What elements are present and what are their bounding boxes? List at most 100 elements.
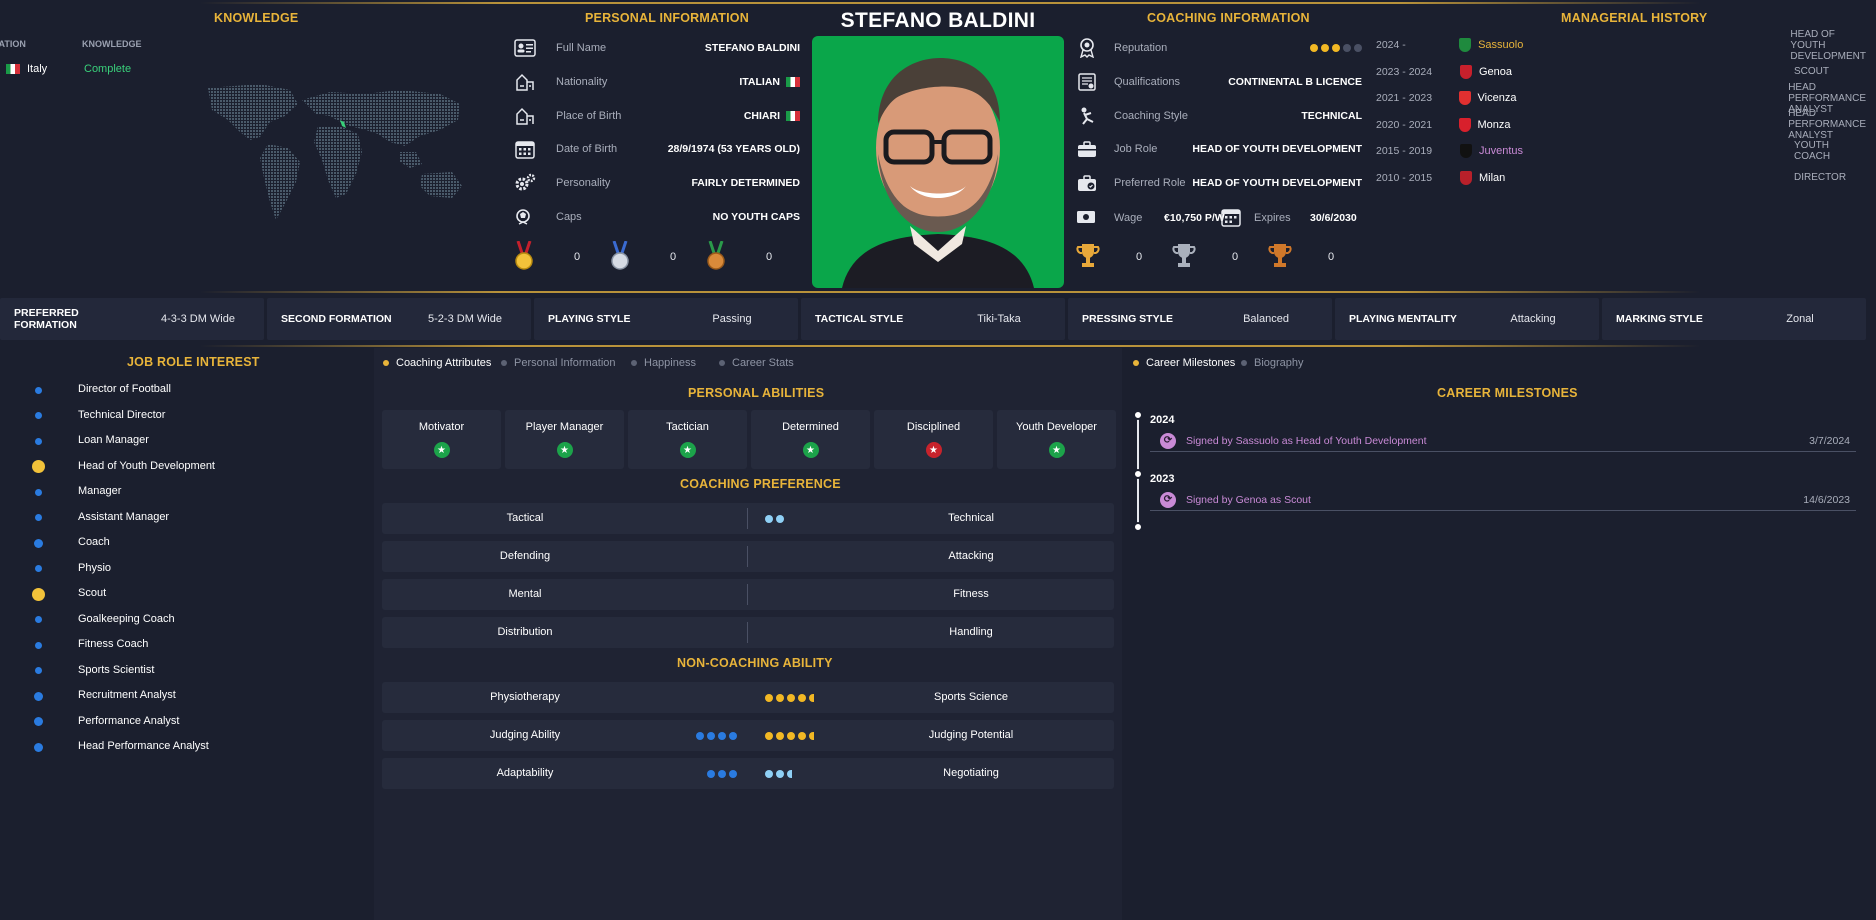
history-row[interactable]: 2023 - 2024 Genoa SCOUT (1376, 61, 1866, 83)
preference-left-label: Distribution (497, 626, 553, 638)
job-role-item[interactable]: Recruitment Analyst (0, 688, 330, 708)
caps-label: Caps (556, 211, 582, 223)
history-row[interactable]: 2010 - 2015 Milan DIRECTOR (1376, 167, 1866, 189)
history-role: HEAD PERFORMANCE ANALYST (1788, 108, 1866, 141)
coaching-preference-row[interactable]: Distribution Handling (382, 617, 1114, 648)
ability-name: Player Manager (525, 421, 604, 433)
rating-pip (776, 732, 784, 740)
nationality-text: ITALIAN (739, 76, 780, 88)
gold-trophy-count: 0 (1136, 251, 1143, 263)
staff-photo (812, 36, 1064, 288)
tactic-playing-mentality[interactable]: PLAYING MENTALITY Attacking (1335, 298, 1599, 340)
ability-card[interactable]: Motivator ★ (382, 410, 501, 469)
history-club-name[interactable]: Milan (1479, 172, 1505, 184)
non-coaching-row[interactable]: Adaptability Negotiating (382, 758, 1114, 789)
tab-career-milestones[interactable]: Career Milestones (1133, 357, 1235, 369)
job-role-item[interactable]: Goalkeeping Coach (0, 612, 330, 632)
bronze-trophy-count: 0 (1328, 251, 1335, 263)
history-row[interactable]: 2015 - 2019 Juventus YOUTH COACH (1376, 140, 1866, 162)
club-crest-icon (1460, 144, 1472, 158)
interest-dot (33, 742, 43, 752)
history-club-name[interactable]: Sassuolo (1478, 39, 1523, 51)
job-role-item[interactable]: Manager (0, 484, 330, 504)
tab-label: Career Stats (732, 357, 794, 369)
history-club[interactable]: Milan (1460, 170, 1700, 185)
interest-dot (34, 565, 42, 572)
coaching-preference-row[interactable]: Defending Attacking (382, 541, 1114, 572)
job-role-item[interactable]: Head Performance Analyst (0, 739, 330, 759)
job-role-item[interactable]: Loan Manager (0, 433, 330, 453)
job-role-label: Recruitment Analyst (78, 689, 176, 701)
tactic-second-formation[interactable]: SECOND FORMATION 5-2-3 DM Wide (267, 298, 531, 340)
preference-divider (747, 508, 748, 529)
job-role-item[interactable]: Assistant Manager (0, 510, 330, 530)
job-role-label: Job Role (1114, 143, 1158, 155)
history-row[interactable]: 2024 - Sassuolo HEAD OF YOUTH DEVELOPMENT (1376, 29, 1866, 62)
history-club[interactable]: Sassuolo (1459, 38, 1696, 52)
ability-card[interactable]: Youth Developer ★ (997, 410, 1116, 469)
rating-pip-half (809, 694, 814, 702)
history-club[interactable]: Genoa (1460, 64, 1700, 79)
history-club[interactable]: Vicenza (1458, 91, 1695, 105)
non-coaching-row[interactable]: Judging Ability Judging Potential (382, 720, 1114, 751)
tactic-marking-style[interactable]: MARKING STYLE Zonal (1602, 298, 1866, 340)
job-role-item[interactable]: Performance Analyst (0, 714, 330, 734)
history-role: DIRECTOR (1794, 172, 1847, 183)
job-role-item[interactable]: Head of Youth Development (0, 459, 330, 479)
tab-biography[interactable]: Biography (1241, 357, 1304, 369)
tactic-preferred-formation[interactable]: PREFERRED FORMATION 4-3-3 DM Wide (0, 298, 264, 340)
tactic-key: MARKING STYLE (1616, 313, 1703, 325)
job-role-item[interactable]: Scout (0, 586, 330, 606)
interest-dot (33, 717, 43, 726)
job-role-label: Performance Analyst (78, 714, 180, 727)
tab-coaching-attributes[interactable]: Coaching Attributes (383, 357, 491, 369)
history-club-name[interactable]: Genoa (1479, 66, 1512, 78)
job-role-item[interactable]: Director of Football (0, 382, 330, 402)
job-role-item[interactable]: Sports Scientist (0, 663, 330, 683)
history-row[interactable]: 2021 - 2023 Vicenza HEAD PERFORMANCE ANALY… (1376, 82, 1866, 115)
tactic-tactical-style[interactable]: TACTICAL STYLE Tiki-Taka (801, 298, 1065, 340)
history-club[interactable]: Monza (1458, 117, 1695, 132)
ability-card[interactable]: Tactician ★ (628, 410, 747, 469)
club-crest-icon (1459, 38, 1472, 52)
history-years: 2020 - 2021 (1376, 118, 1433, 131)
interest-dot (34, 667, 42, 674)
career-milestones-title: CAREER MILESTONES (1437, 386, 1578, 400)
knowledge-row[interactable]: Italy Complete (6, 62, 176, 78)
job-role-interest-title: JOB ROLE INTEREST (127, 355, 260, 369)
positive-star-icon: ★ (1048, 442, 1065, 458)
tab-happiness[interactable]: Happiness (631, 357, 696, 369)
job-role-item[interactable]: Technical Director (0, 408, 330, 428)
coaching-row-coaching-style: Coaching Style TECHNICAL (1076, 103, 1362, 129)
non-coaching-row[interactable]: Physiotherapy Sports Science (382, 682, 1114, 713)
world-map[interactable] (190, 82, 490, 232)
tactic-key: PREFERRED FORMATION (14, 307, 79, 331)
job-role-item[interactable]: Coach (0, 535, 330, 555)
milestone-entry[interactable]: ⟳ Signed by Genoa as Scout 14/6/2023 (1150, 489, 1856, 511)
history-club-name[interactable]: Monza (1478, 119, 1511, 131)
ability-name: Determined (782, 421, 839, 433)
tab-personal-information[interactable]: Personal Information (501, 357, 616, 369)
ability-card[interactable]: Determined ★ (751, 410, 870, 469)
certificate-icon (1076, 71, 1098, 93)
tactic-playing-style[interactable]: PLAYING STYLE Passing (534, 298, 798, 340)
milestone-entry[interactable]: ⟳ Signed by Sassuolo as Head of Youth Dev… (1150, 430, 1856, 452)
history-club-name[interactable]: Vicenza (1478, 92, 1517, 104)
history-club-name[interactable]: Juventus (1479, 145, 1523, 157)
italy-flag-icon (6, 64, 20, 74)
non-coaching-right-label: Negotiating (943, 767, 999, 779)
history-row[interactable]: 2020 - 2021 Monza HEAD PERFORMANCE ANALYST (1376, 108, 1866, 141)
coaching-preference-row[interactable]: Tactical Technical (382, 503, 1114, 534)
history-club[interactable]: Juventus (1460, 144, 1700, 158)
ability-card[interactable]: Disciplined ★ (874, 410, 993, 469)
tactic-pressing-style[interactable]: PRESSING STYLE Balanced (1068, 298, 1332, 340)
ability-card[interactable]: Player Manager ★ (505, 410, 624, 469)
preference-right-label: Fitness (953, 588, 989, 600)
job-role-label: Loan Manager (78, 434, 149, 446)
job-role-item[interactable]: Fitness Coach (0, 637, 330, 657)
tab-career-stats[interactable]: Career Stats (719, 357, 794, 369)
tab-label: Personal Information (514, 357, 616, 369)
coaching-preference-row[interactable]: Mental Fitness (382, 579, 1114, 610)
job-role-item[interactable]: Physio (0, 561, 330, 581)
managerial-history-title: MANAGERIAL HISTORY (1561, 11, 1708, 25)
